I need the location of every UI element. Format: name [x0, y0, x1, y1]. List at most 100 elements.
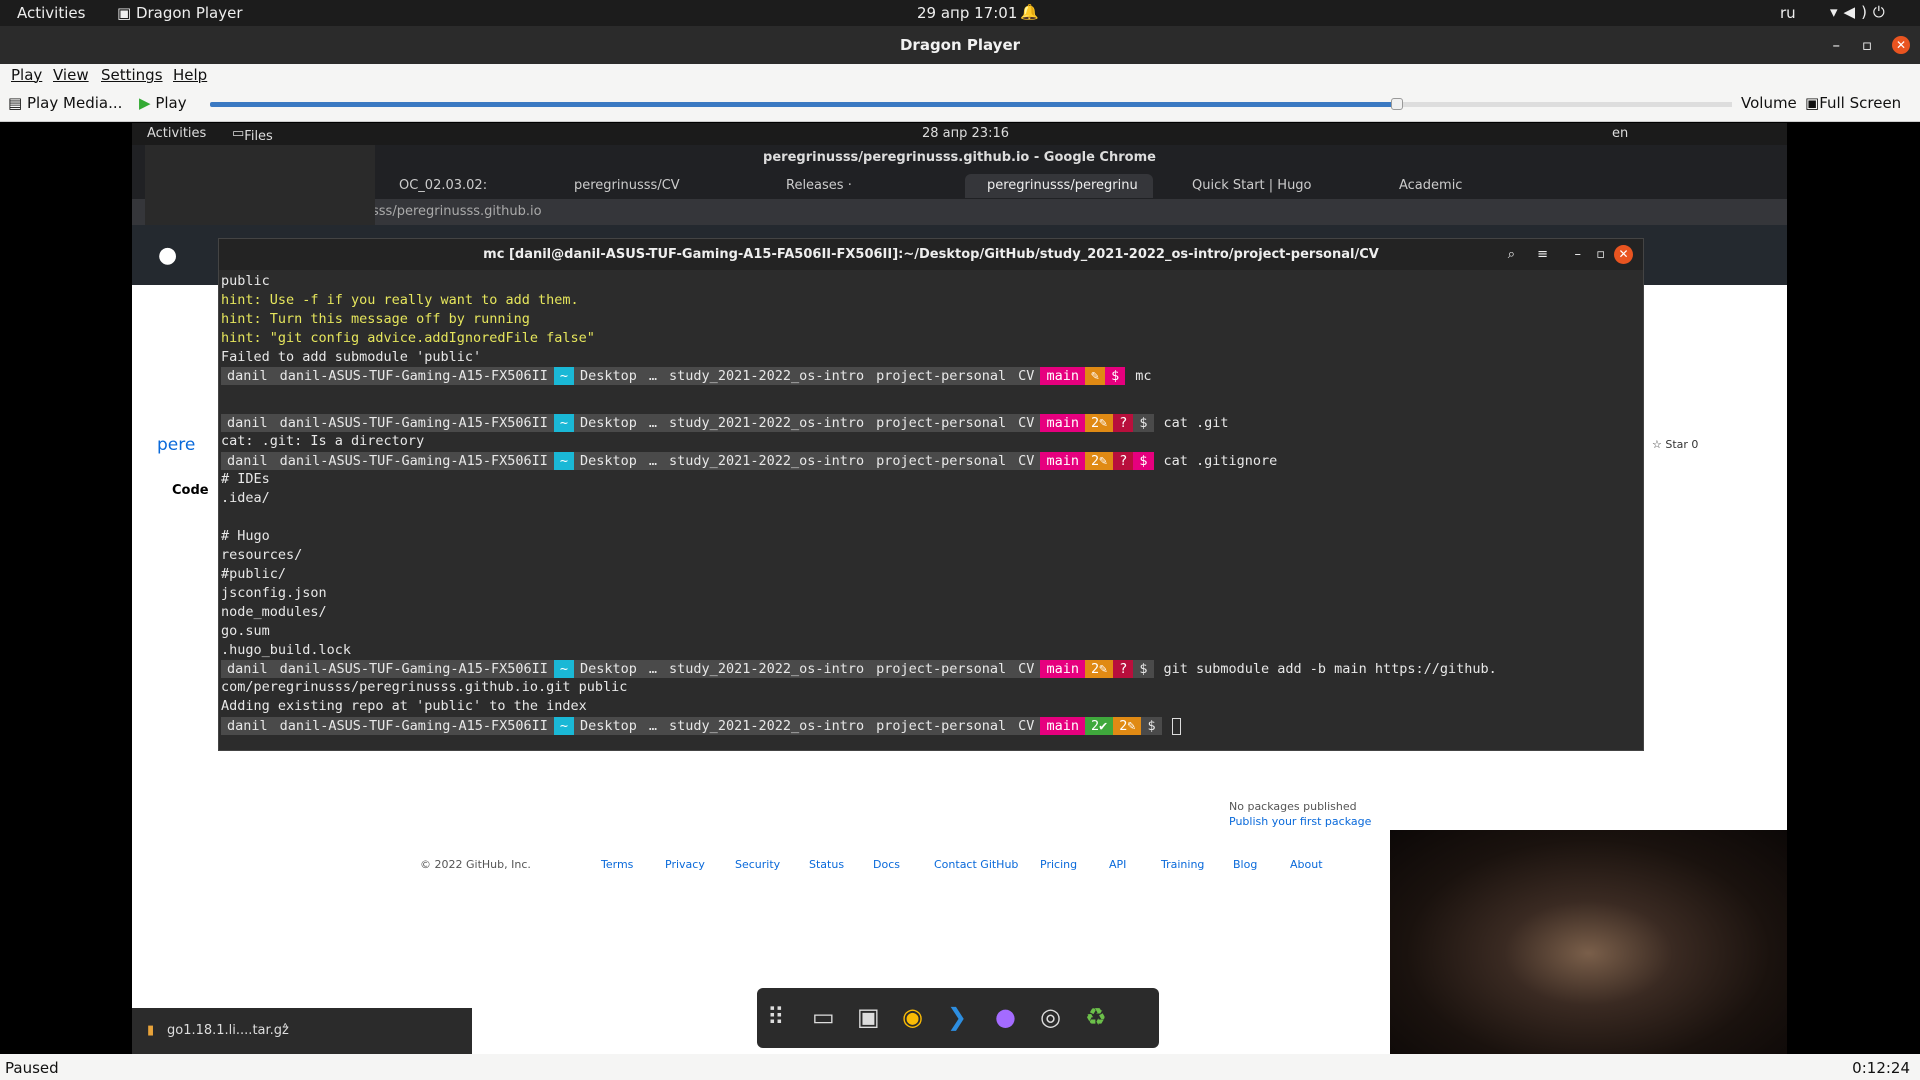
menu-settings[interactable]: Settings	[101, 66, 163, 84]
footer-link: Contact GitHub	[934, 858, 1019, 871]
footer-link: Training	[1161, 858, 1205, 871]
prompt-project: project-personal	[870, 452, 1013, 470]
footer-link: Docs	[873, 858, 900, 871]
close-button[interactable]: ✕	[1892, 36, 1910, 54]
command: cat .gitignore	[1163, 453, 1278, 469]
github-logo-icon: ●	[158, 243, 178, 268]
star-button: ☆ Star 0	[1652, 438, 1699, 451]
prompt-desktop: Desktop	[574, 367, 643, 385]
footer-link: API	[1109, 858, 1127, 871]
prompt-dollar: $	[1141, 717, 1162, 735]
volume-icon: ◀)	[1843, 3, 1873, 21]
terminal-line: public	[221, 273, 270, 289]
dock: ⠿ ▭ ▣ ◉ ❯ ● ◎ ♻	[757, 988, 1159, 1048]
terminal-line: jsconfig.json	[221, 585, 327, 601]
chrome-tab: Academic	[1399, 178, 1463, 193]
prompt-home: ~	[553, 367, 574, 385]
terminal-line: hint: Use -f if you really want to add t…	[221, 292, 579, 308]
prompt-study: study_2021-2022_os-intro	[663, 367, 871, 385]
prompt-user: danil	[221, 660, 274, 678]
minimize-button[interactable]: –	[1833, 26, 1841, 64]
full-screen-button[interactable]: ▣Full Screen	[1805, 94, 1901, 112]
play-label: Play	[155, 94, 187, 112]
terminal-line: #public/	[221, 566, 287, 582]
code-tab: Code	[172, 483, 209, 498]
command: git submodule add -b main https://github…	[1163, 661, 1497, 677]
seek-slider[interactable]	[210, 98, 1732, 110]
prompt-user: danil	[221, 367, 274, 385]
terminal-line: go.sum	[221, 623, 270, 639]
prompt-host: danil-ASUS-TUF-Gaming-A15-FX506II	[273, 660, 554, 678]
play-media-label: Play Media...	[26, 94, 123, 112]
play-button[interactable]: ▶ Play	[139, 94, 187, 112]
footer-link: Status	[809, 858, 845, 871]
chrome-tab: Quick Start | Hugo	[1192, 178, 1312, 193]
video-area[interactable]: Activities ▭ Files 28 апр 23:16 en pereg…	[0, 123, 1920, 1054]
prompt-home: ~	[553, 452, 574, 470]
prompt-desktop: Desktop	[574, 452, 643, 470]
prompt-desktop: Desktop	[574, 414, 643, 432]
window-title-bar: Dragon Player – ▫ ✕	[0, 26, 1920, 64]
menu-help[interactable]: Help	[173, 66, 207, 84]
wifi-icon: ▾	[1830, 3, 1844, 21]
maximize-button[interactable]: ▫	[1862, 26, 1872, 64]
prompt-study: study_2021-2022_os-intro	[663, 660, 871, 678]
prompt-study: study_2021-2022_os-intro	[663, 414, 871, 432]
menu-play[interactable]: Play	[11, 66, 42, 84]
prompt-cv: CV	[1012, 452, 1041, 470]
terminal-line: hint: Turn this message off by running	[221, 311, 530, 327]
repo-name: pere	[157, 435, 196, 455]
prompt-modified: 2✎	[1113, 717, 1142, 735]
prompt-home: ~	[553, 414, 574, 432]
prompt-project: project-personal	[870, 414, 1013, 432]
no-packages-text: No packages published	[1229, 800, 1357, 813]
trash-icon: ♻	[1085, 1003, 1107, 1031]
volume-button[interactable]: Volume	[1741, 94, 1797, 112]
system-tray[interactable]: ▾◀)⏻	[1830, 3, 1891, 21]
prompt-cv: CV	[1012, 717, 1041, 735]
prompt-ellipsis: …	[642, 660, 664, 678]
seek-handle[interactable]	[1391, 98, 1403, 110]
shell-prompt: danil danil-ASUS-TUF-Gaming-A15-FX506II ~ D…	[221, 367, 1152, 385]
shell-prompt: danil danil-ASUS-TUF-Gaming-A15-FX506II ~ D…	[221, 452, 1277, 470]
app-name: Dragon Player	[135, 4, 243, 22]
terminal-line: hint: "git config advice.addIgnoredFile …	[221, 330, 595, 346]
chrome-tabs: ОС_02.03.02: Техническ peregrinusss/CV R…	[132, 171, 1787, 217]
fullscreen-icon: ▣	[1805, 94, 1820, 112]
prompt-study: study_2021-2022_os-intro	[663, 717, 871, 735]
power-icon: ⏻	[1872, 3, 1891, 21]
language-indicator[interactable]: ru	[1780, 4, 1796, 22]
window-title: Dragon Player	[899, 36, 1021, 54]
menu-icon: ≡	[1537, 247, 1548, 262]
footer-link: Privacy	[665, 858, 705, 871]
terminal-line: com/peregrinusss/peregrinusss.github.io.…	[221, 679, 628, 695]
download-file: go1.18.1.li....tar.gz	[167, 1023, 289, 1038]
prompt-modified: 2✎	[1084, 452, 1114, 470]
clock[interactable]: 29 апр 17:01	[917, 4, 1017, 22]
prompt-project: project-personal	[870, 717, 1013, 735]
prompt-dollar: $	[1105, 367, 1126, 385]
url-text: sss/peregrinusss.github.io	[372, 204, 542, 219]
play-media-button[interactable]: ▤ Play Media...	[8, 94, 122, 112]
menu-bar: Play View Settings Help	[0, 64, 1920, 88]
inner-files: ▭ Files	[232, 126, 273, 144]
inner-top-bar: Activities ▭ Files 28 апр 23:16 en	[132, 123, 1787, 145]
status-state: Paused	[5, 1059, 59, 1077]
app-menu[interactable]: ▣ Dragon Player	[117, 4, 243, 22]
chrome-tab: Releases · gohugoio/hug	[786, 178, 876, 217]
prompt-cv: CV	[1012, 660, 1041, 678]
shell-prompt: danil danil-ASUS-TUF-Gaming-A15-FX506II ~ D…	[221, 717, 1181, 735]
apps-grid-icon: ⠿	[767, 1003, 785, 1031]
obs-icon: ◎	[1040, 1003, 1061, 1031]
star-count: 0	[1691, 438, 1699, 451]
files-icon: ▭	[812, 1003, 835, 1031]
menu-view[interactable]: View	[53, 66, 89, 84]
chrome-tab-active: peregrinusss/peregrinu	[965, 174, 1153, 198]
prompt-host: danil-ASUS-TUF-Gaming-A15-FX506II	[273, 367, 554, 385]
download-shelf: ▮ go1.18.1.li....tar.gz ˄	[132, 1008, 472, 1054]
activities-button[interactable]: Activities	[17, 4, 85, 22]
prompt-home: ~	[553, 717, 574, 735]
shell-prompt: danil danil-ASUS-TUF-Gaming-A15-FX506II ~ D…	[221, 414, 1229, 432]
terminal-line: # Hugo	[221, 528, 270, 544]
terminal-line: Failed to add submodule 'public'	[221, 349, 482, 365]
